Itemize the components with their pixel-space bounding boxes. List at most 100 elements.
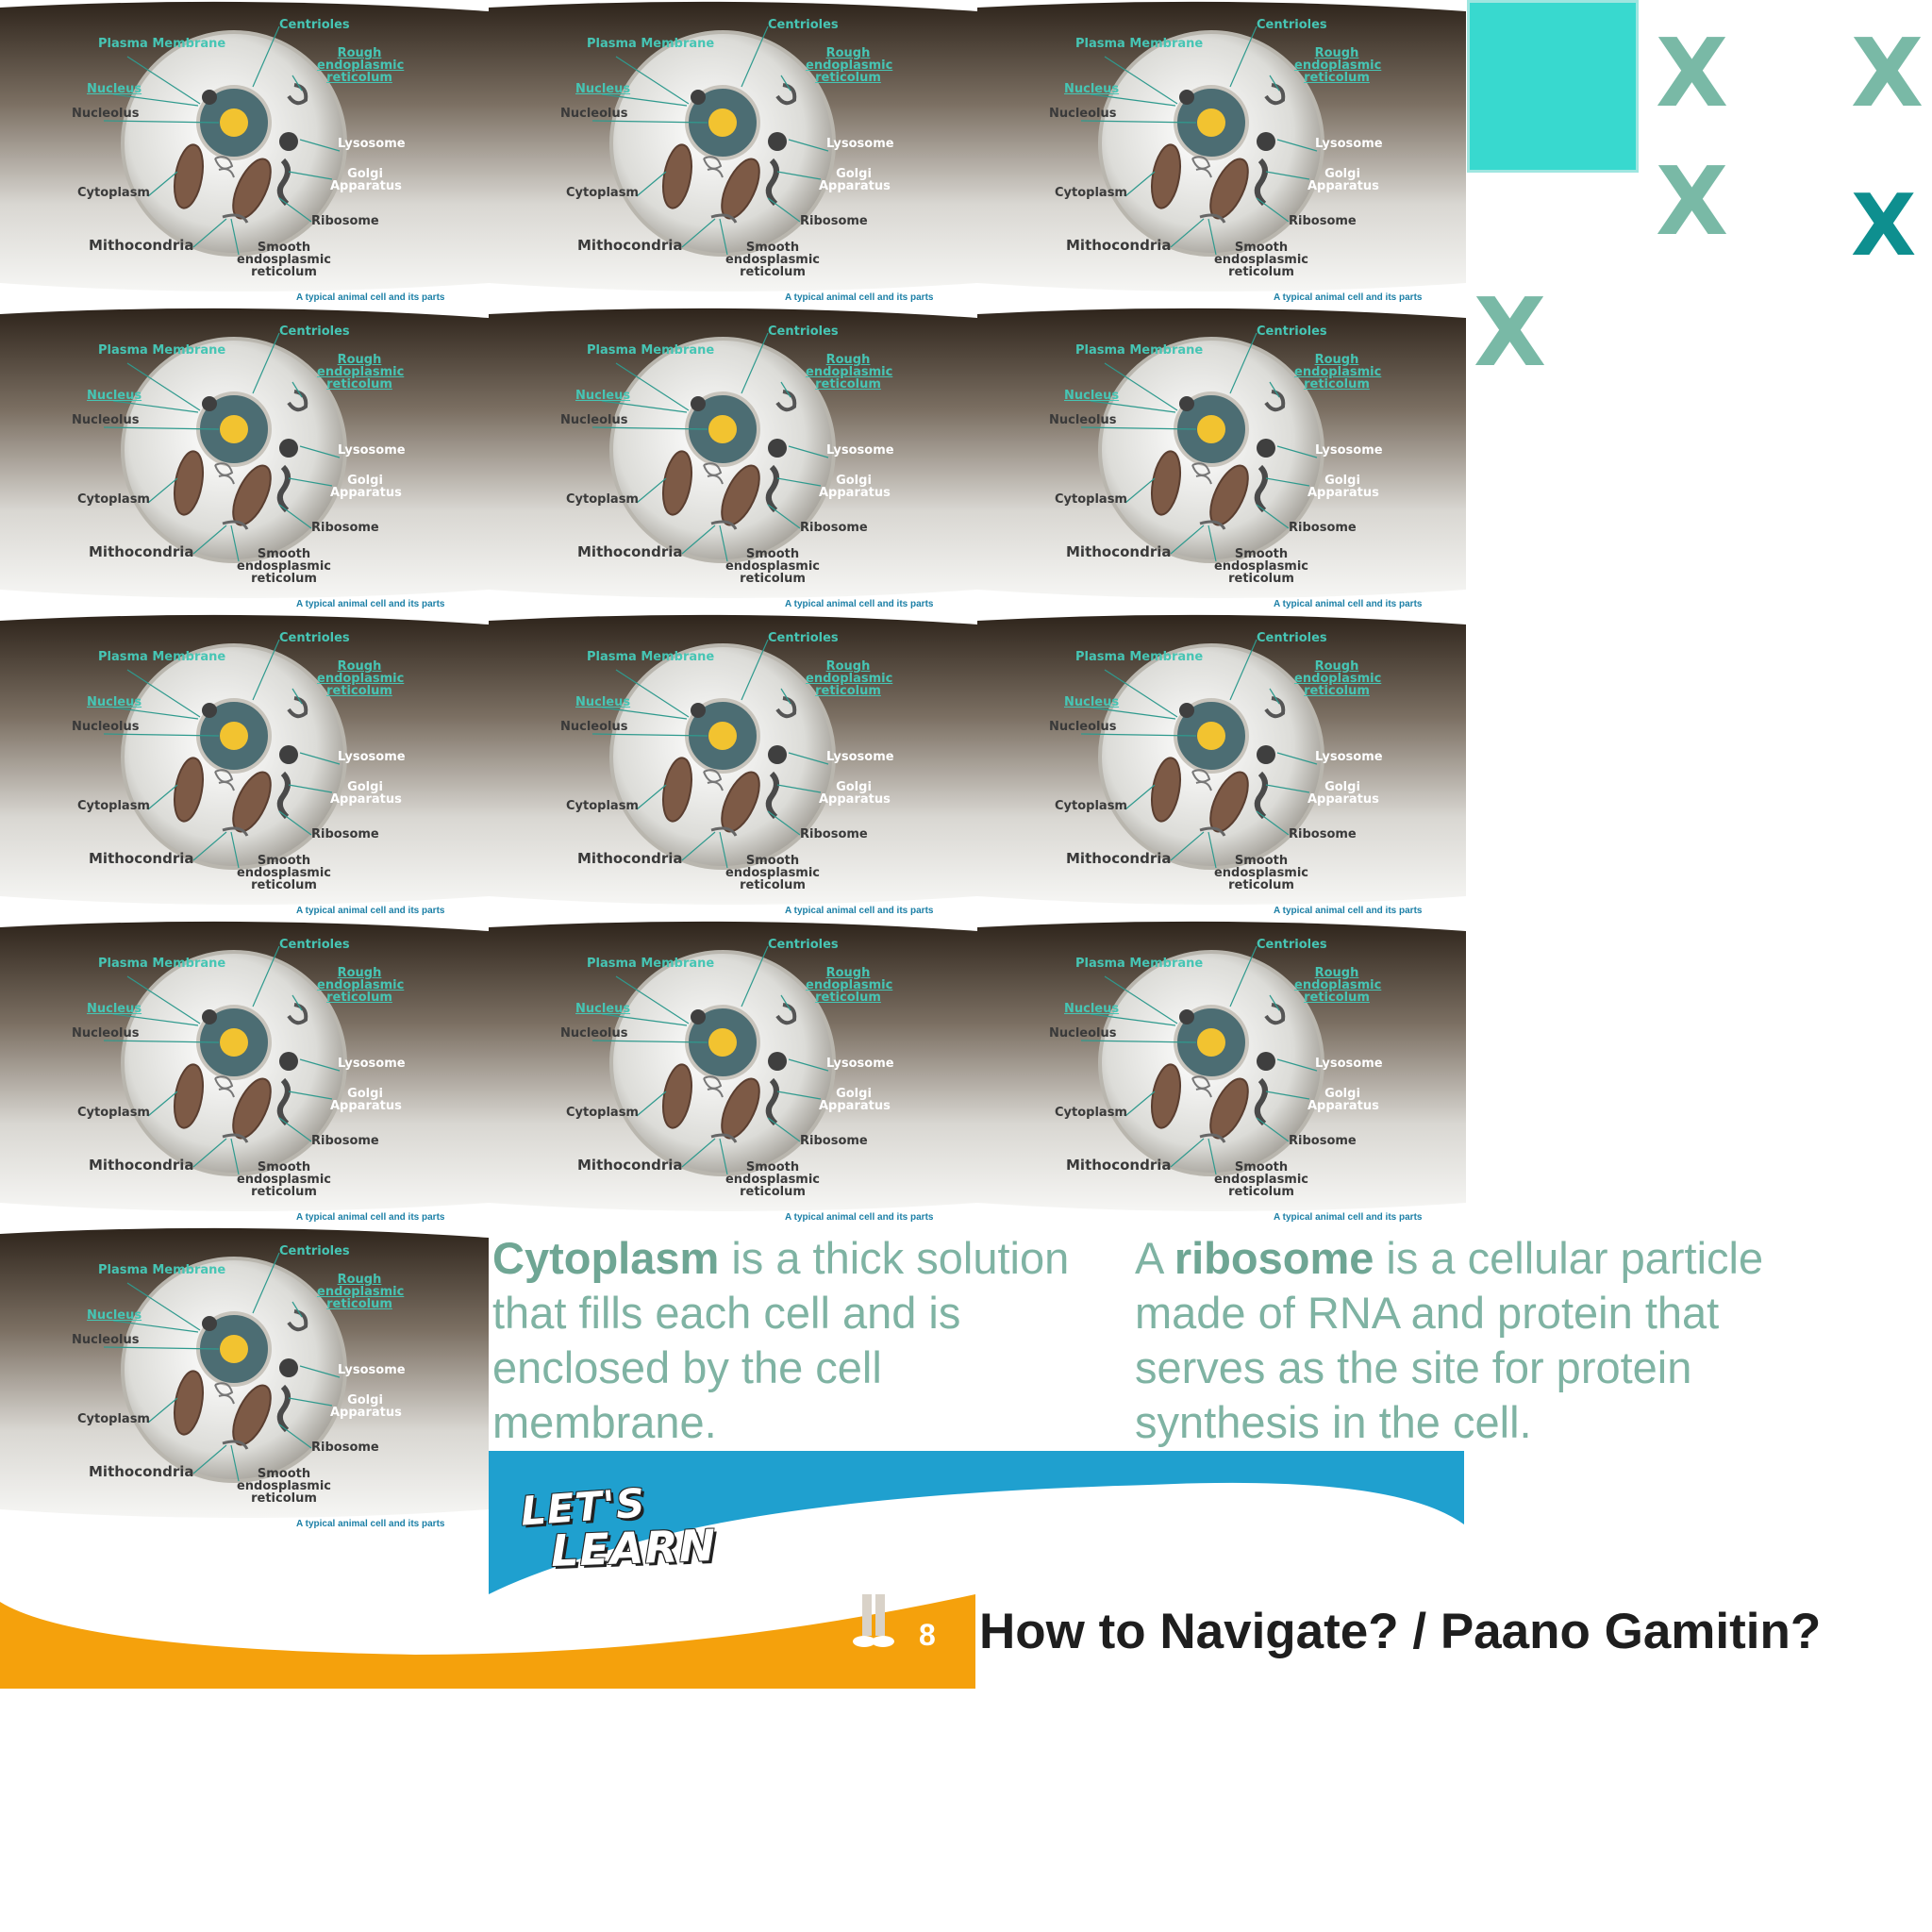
label-ribosome: Ribosome — [311, 521, 379, 535]
label-golgi-apparatus: Golgi Apparatus — [819, 474, 891, 500]
label-lysosome: Lysosome — [1315, 443, 1383, 458]
label-mithocondria: Mithocondria — [89, 850, 194, 867]
diagram-caption: A typical animal cell and its parts — [296, 599, 445, 609]
label-nucleus: Nucleus — [575, 82, 631, 96]
label-centrioles: Centrioles — [1257, 631, 1327, 645]
ribosome-term: ribosome — [1174, 1233, 1374, 1283]
label-plasma-membrane: Plasma Membrane — [587, 650, 715, 664]
label-mithocondria: Mithocondria — [577, 850, 683, 867]
label-nucleus: Nucleus — [575, 695, 631, 709]
label-lysosome: Lysosome — [826, 443, 894, 458]
label-rough-er: Rough endoplasmic reticolum — [317, 46, 405, 85]
label-smooth-er: Smooth endosplasmic reticolum — [236, 1467, 332, 1506]
label-plasma-membrane: Plasma Membrane — [98, 37, 226, 51]
label-mithocondria: Mithocondria — [577, 1157, 683, 1174]
label-ribosome: Ribosome — [1289, 521, 1357, 535]
label-smooth-er: Smooth endosplasmic reticolum — [236, 854, 332, 892]
label-golgi-apparatus: Golgi Apparatus — [1307, 1087, 1379, 1113]
diagram-caption: A typical animal cell and its parts — [1274, 1212, 1423, 1223]
label-nucleus: Nucleus — [1064, 695, 1120, 709]
x-mark: X — [1656, 146, 1729, 257]
cell-diagram-tile: Plasma Membrane Centrioles Rough endopla… — [489, 920, 977, 1226]
label-centrioles: Centrioles — [1257, 325, 1327, 339]
label-plasma-membrane: Plasma Membrane — [1075, 37, 1204, 51]
label-golgi-apparatus: Golgi Apparatus — [330, 474, 402, 500]
label-nucleolus: Nucleolus — [560, 1026, 628, 1041]
label-nucleus: Nucleus — [87, 1002, 142, 1016]
diagram-caption: A typical animal cell and its parts — [296, 1519, 445, 1529]
label-nucleus: Nucleus — [575, 1002, 631, 1016]
label-rough-er: Rough endoplasmic reticolum — [317, 659, 405, 698]
cytoplasm-term: Cytoplasm — [492, 1233, 720, 1283]
label-ribosome: Ribosome — [311, 1441, 379, 1455]
ribosome-prefix: A — [1135, 1233, 1174, 1283]
label-lysosome: Lysosome — [1315, 750, 1383, 764]
ribosome-definition: A ribosome is a cellular particle made o… — [1135, 1231, 1795, 1450]
label-nucleolus: Nucleolus — [1049, 1026, 1117, 1041]
cell-diagram-tile: Plasma Membrane Centrioles Rough endopla… — [977, 920, 1466, 1226]
lets-learn-line2: LEARN — [550, 1519, 718, 1577]
label-cytoplasm: Cytoplasm — [77, 1106, 150, 1120]
label-lysosome: Lysosome — [338, 1057, 406, 1071]
label-nucleolus: Nucleolus — [72, 720, 140, 734]
label-ribosome: Ribosome — [800, 521, 868, 535]
label-golgi-apparatus: Golgi Apparatus — [819, 167, 891, 193]
cytoplasm-definition: Cytoplasm is a thick solution that fills… — [492, 1231, 1115, 1450]
label-rough-er: Rough endoplasmic reticolum — [317, 1273, 405, 1311]
label-cytoplasm: Cytoplasm — [77, 492, 150, 507]
cell-diagram-tile: Plasma Membrane Centrioles Rough endopla… — [977, 307, 1466, 613]
label-lysosome: Lysosome — [1315, 137, 1383, 151]
label-mithocondria: Mithocondria — [577, 237, 683, 254]
label-centrioles: Centrioles — [768, 938, 839, 952]
label-mithocondria: Mithocondria — [1066, 850, 1172, 867]
label-nucleus: Nucleus — [87, 389, 142, 403]
label-ribosome: Ribosome — [1289, 214, 1357, 228]
label-centrioles: Centrioles — [279, 1244, 350, 1258]
label-plasma-membrane: Plasma Membrane — [98, 650, 226, 664]
label-smooth-er: Smooth endosplasmic reticolum — [236, 547, 332, 586]
label-plasma-membrane: Plasma Membrane — [1075, 343, 1204, 358]
label-golgi-apparatus: Golgi Apparatus — [330, 167, 402, 193]
label-rough-er: Rough endoplasmic reticolum — [317, 353, 405, 391]
label-cytoplasm: Cytoplasm — [566, 1106, 639, 1120]
label-rough-er: Rough endoplasmic reticolum — [806, 659, 893, 698]
label-golgi-apparatus: Golgi Apparatus — [1307, 780, 1379, 807]
label-nucleolus: Nucleolus — [72, 413, 140, 427]
label-golgi-apparatus: Golgi Apparatus — [1307, 167, 1379, 193]
label-lysosome: Lysosome — [338, 137, 406, 151]
label-rough-er: Rough endoplasmic reticolum — [1294, 353, 1382, 391]
cell-diagram-tile: Plasma Membrane Centrioles Rough endopla… — [0, 0, 489, 307]
diagram-caption: A typical animal cell and its parts — [296, 906, 445, 916]
label-golgi-apparatus: Golgi Apparatus — [330, 1393, 402, 1420]
label-ribosome: Ribosome — [311, 827, 379, 841]
label-mithocondria: Mithocondria — [577, 543, 683, 560]
label-rough-er: Rough endoplasmic reticolum — [806, 966, 893, 1005]
label-nucleolus: Nucleolus — [72, 1026, 140, 1041]
x-mark: X — [1474, 277, 1547, 388]
diagram-caption: A typical animal cell and its parts — [296, 1212, 445, 1223]
label-ribosome: Ribosome — [1289, 1134, 1357, 1148]
label-nucleus: Nucleus — [575, 389, 631, 403]
label-cytoplasm: Cytoplasm — [77, 799, 150, 813]
label-nucleolus: Nucleolus — [1049, 107, 1117, 121]
label-cytoplasm: Cytoplasm — [77, 186, 150, 200]
label-smooth-er: Smooth endosplasmic reticolum — [236, 1160, 332, 1199]
diagram-caption: A typical animal cell and its parts — [1274, 292, 1423, 303]
label-lysosome: Lysosome — [826, 750, 894, 764]
label-centrioles: Centrioles — [768, 325, 839, 339]
diagram-caption: A typical animal cell and its parts — [785, 1212, 934, 1223]
diagram-caption: A typical animal cell and its parts — [296, 292, 445, 303]
label-centrioles: Centrioles — [768, 631, 839, 645]
label-golgi-apparatus: Golgi Apparatus — [819, 780, 891, 807]
label-nucleus: Nucleus — [1064, 1002, 1120, 1016]
teal-square — [1467, 0, 1639, 173]
label-centrioles: Centrioles — [279, 938, 350, 952]
label-ribosome: Ribosome — [800, 214, 868, 228]
label-cytoplasm: Cytoplasm — [1055, 492, 1127, 507]
label-ribosome: Ribosome — [800, 827, 868, 841]
label-nucleolus: Nucleolus — [1049, 720, 1117, 734]
label-golgi-apparatus: Golgi Apparatus — [330, 1087, 402, 1113]
label-mithocondria: Mithocondria — [89, 543, 194, 560]
label-plasma-membrane: Plasma Membrane — [1075, 957, 1204, 971]
cell-diagram-tile: Plasma Membrane Centrioles Rough endopla… — [0, 307, 489, 613]
